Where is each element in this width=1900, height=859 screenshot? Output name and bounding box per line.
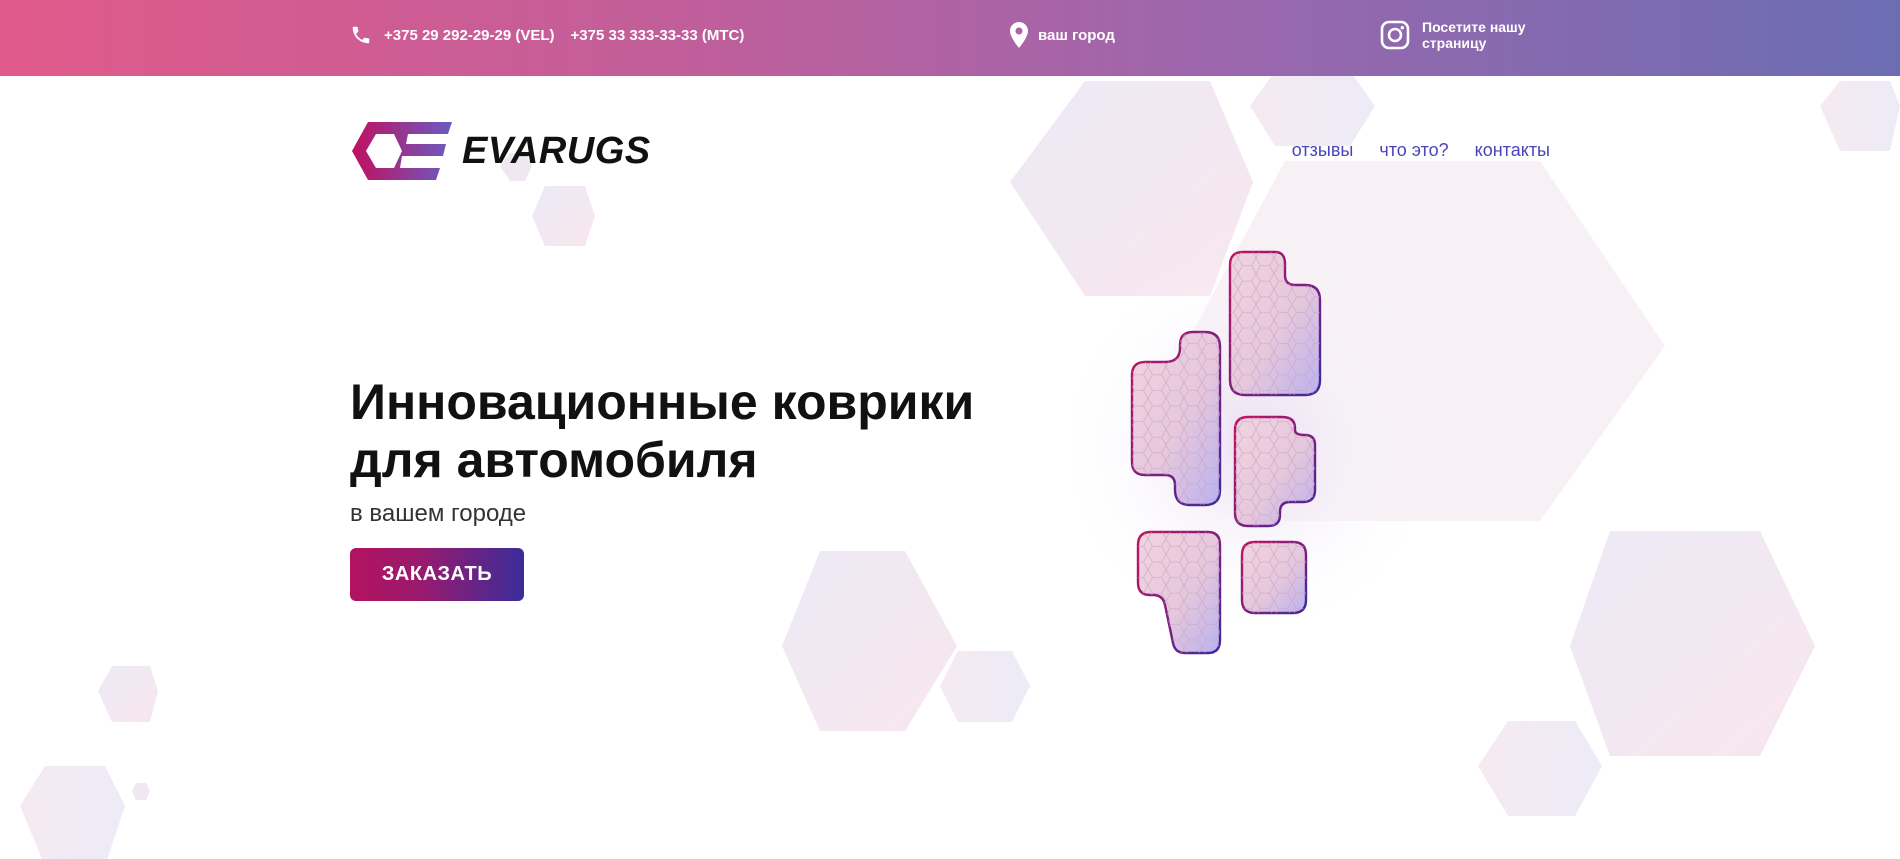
phone-icon (352, 26, 370, 44)
logo-hexagon-icon (352, 122, 452, 180)
mat-rear-left (1233, 415, 1317, 528)
hero-subtitle: в вашем городе (350, 500, 527, 527)
car-mats-illustration (1130, 250, 1322, 655)
mat-front-left (1228, 250, 1322, 397)
phone-mts-link[interactable]: +375 33 333-33-33 (МТС) (571, 27, 745, 44)
instagram-icon (1380, 20, 1410, 50)
hero-title: Инновационные коврики для автомобиля (350, 374, 975, 488)
mat-center (1240, 540, 1308, 615)
brand-logo[interactable]: EVARUGS (350, 120, 651, 182)
nav-what-is-it[interactable]: что это? (1379, 140, 1448, 161)
mat-rear-right (1136, 530, 1222, 655)
city-label: ваш город (1038, 26, 1115, 44)
nav-reviews[interactable]: отзывы (1292, 140, 1354, 161)
instagram-link[interactable]: Посетите нашу страницу (1380, 18, 1552, 52)
main-nav: отзывы что это? контакты (1292, 140, 1550, 161)
city-selector[interactable]: ваш город (1010, 22, 1115, 48)
location-pin-icon (1010, 22, 1028, 48)
instagram-label: Посетите нашу страницу (1422, 19, 1526, 51)
mat-front-right (1130, 330, 1222, 507)
phone-vel-link[interactable]: +375 29 292-29-29 (VEL) (384, 27, 555, 44)
brand-name: EVARUGS (462, 129, 651, 172)
top-bar: +375 29 292-29-29 (VEL) +375 33 333-33-3… (0, 0, 1900, 76)
phone-contacts: +375 29 292-29-29 (VEL) +375 33 333-33-3… (350, 22, 744, 48)
nav-contacts[interactable]: контакты (1475, 140, 1550, 161)
order-button[interactable]: ЗАКАЗАТЬ (350, 548, 524, 601)
